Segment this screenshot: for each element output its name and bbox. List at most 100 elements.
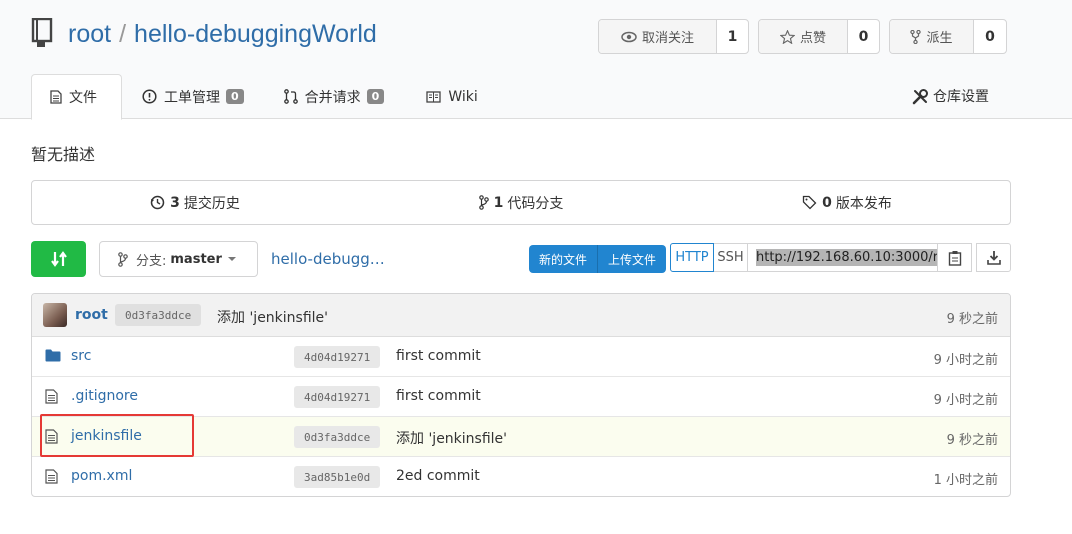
stat-branches-label: 代码分支 (507, 195, 564, 212)
history-icon (150, 195, 165, 210)
stat-branches-count: 1 (493, 194, 504, 211)
repo-tabs: 文件 工单管理 0 合并请求 0 Wiki (31, 74, 498, 120)
file-name-link[interactable]: pom.xml (71, 468, 132, 484)
issues-count-badge: 0 (226, 89, 244, 104)
fork-icon (910, 29, 922, 44)
tab-settings[interactable]: 仓库设置 (912, 86, 989, 106)
file-row: pom.xml 3ad85b1e0d 2ed commit 1 小时之前 (32, 457, 1010, 496)
star-button[interactable]: 点赞 (759, 20, 848, 53)
upload-file-button[interactable]: 上传文件 (597, 245, 666, 273)
repo-name-link[interactable]: hello-debuggingWorld (134, 20, 377, 48)
tab-issues[interactable]: 工单管理 0 (122, 74, 260, 119)
star-label: 点赞 (799, 31, 826, 46)
stat-commits-count: 3 (170, 194, 180, 211)
pull-request-icon (283, 89, 298, 104)
file-list: root 0d3fa3ddce 添加 'jenkinsfile' 9 秒之前 s… (31, 293, 1011, 497)
fork-count[interactable]: 0 (974, 20, 1006, 53)
stat-branches[interactable]: 1 代码分支 (358, 193, 684, 213)
stat-releases-label: 版本发布 (835, 195, 892, 212)
branch-name: master (170, 251, 222, 267)
compare-icon (50, 251, 67, 267)
fork-button[interactable]: 派生 (890, 20, 974, 53)
file-commit-message-link[interactable]: first commit (396, 388, 481, 404)
commit-sha-button[interactable]: 0d3fa3ddce (115, 304, 202, 326)
repo-title: root / hello-debuggingWorld (68, 20, 377, 49)
file-text-icon (45, 389, 58, 404)
watch-button[interactable]: 取消关注 (599, 20, 717, 53)
branch-icon (478, 195, 489, 210)
tab-files-label: 文件 (69, 90, 97, 106)
repo-header: root / hello-debuggingWorld 取消关注 1 点赞 0 派生… (0, 0, 1072, 120)
branch-icon (118, 251, 128, 267)
tab-issues-label: 工单管理 (164, 89, 220, 106)
file-name-link[interactable]: src (71, 348, 91, 364)
commit-time: 9 秒之前 (946, 312, 998, 327)
file-toolbar: 分支: master hello-debugg… 新的文件 上传文件 HTTP … (0, 241, 1072, 277)
file-commit-sha-button[interactable]: 3ad85b1e0d (294, 466, 381, 488)
repo-description: 暂无描述 (31, 145, 96, 164)
file-commit-time: 1 小时之前 (933, 473, 998, 488)
file-commit-sha-button[interactable]: 0d3fa3ddce (294, 426, 381, 448)
latest-commit-row: root 0d3fa3ddce 添加 'jenkinsfile' 9 秒之前 (32, 294, 1010, 337)
ssh-clone-button[interactable]: SSH (714, 243, 748, 272)
tab-wiki[interactable]: Wiki (404, 74, 497, 119)
star-icon (779, 29, 795, 44)
commit-message: 添加 'jenkinsfile' (217, 310, 329, 326)
file-name-link[interactable]: .gitignore (71, 388, 138, 404)
branch-prefix: 分支: (136, 253, 167, 269)
repo-owner-link[interactable]: root (68, 20, 111, 48)
tab-files[interactable]: 文件 (31, 74, 122, 120)
watch-button-group: 取消关注 1 (598, 19, 749, 54)
compare-button[interactable] (31, 241, 86, 277)
file-commit-sha-button[interactable]: 4d04d19271 (294, 386, 381, 408)
avatar[interactable] (43, 303, 67, 327)
repo-title-separator: / (119, 20, 127, 48)
commit-author-link[interactable]: root (75, 307, 108, 323)
tools-icon (912, 88, 928, 104)
star-button-group: 点赞 0 (758, 19, 880, 54)
clone-url-text: http://192.168.60.10:3000/r (756, 249, 938, 266)
tab-pull-requests-label: 合并请求 (304, 89, 361, 106)
branch-selector[interactable]: 分支: master (99, 241, 258, 277)
fork-button-group: 派生 0 (889, 19, 1007, 54)
file-commit-message-link[interactable]: first commit (396, 348, 481, 364)
file-text-icon (50, 90, 62, 104)
issue-icon (142, 89, 157, 104)
pull-requests-count-badge: 0 (366, 89, 385, 104)
chevron-down-icon (227, 257, 236, 261)
fork-label: 派生 (926, 31, 953, 46)
stat-releases[interactable]: 0 版本发布 (684, 193, 1010, 213)
watch-count[interactable]: 1 (717, 20, 748, 53)
new-file-button[interactable]: 新的文件 (529, 245, 597, 273)
file-text-icon (45, 469, 58, 484)
watch-label: 取消关注 (641, 31, 694, 46)
file-action-buttons: 新的文件 上传文件 (529, 245, 667, 273)
breadcrumb-repo-link[interactable]: hello-debugg… (271, 250, 385, 268)
file-row: src 4d04d19271 first commit 9 小时之前 (32, 337, 1010, 377)
file-row: .gitignore 4d04d19271 first commit 9 小时之… (32, 377, 1010, 417)
stat-releases-count: 0 (822, 194, 832, 211)
star-count[interactable]: 0 (848, 20, 879, 53)
clipboard-icon (948, 250, 961, 266)
file-commit-time: 9 秒之前 (946, 433, 998, 448)
clone-url-group: HTTP SSH http://192.168.60.10:3000/r (670, 243, 938, 272)
book-open-icon (426, 90, 441, 103)
highlight-annotation-box (40, 414, 194, 457)
repo-stats-bar: 3 提交历史 1 代码分支 0 版本发布 (31, 180, 1011, 225)
clone-url-input[interactable]: http://192.168.60.10:3000/r (748, 243, 938, 272)
copy-url-button[interactable] (937, 243, 972, 272)
download-button[interactable] (976, 243, 1011, 272)
eye-icon (621, 31, 637, 42)
file-commit-sha-button[interactable]: 4d04d19271 (294, 346, 381, 368)
tag-icon (802, 195, 817, 210)
tab-pull-requests[interactable]: 合并请求 0 (260, 74, 405, 119)
http-clone-button[interactable]: HTTP (670, 243, 714, 272)
folder-icon (45, 349, 61, 362)
stat-commits-label: 提交历史 (183, 195, 240, 212)
stat-commits[interactable]: 3 提交历史 (32, 193, 358, 213)
tab-settings-label: 仓库设置 (933, 89, 989, 105)
file-commit-message-link[interactable]: 2ed commit (396, 468, 480, 484)
file-commit-message-link[interactable]: 添加 'jenkinsfile' (396, 428, 507, 448)
tab-wiki-label: Wiki (448, 88, 478, 105)
download-icon (986, 251, 1001, 265)
